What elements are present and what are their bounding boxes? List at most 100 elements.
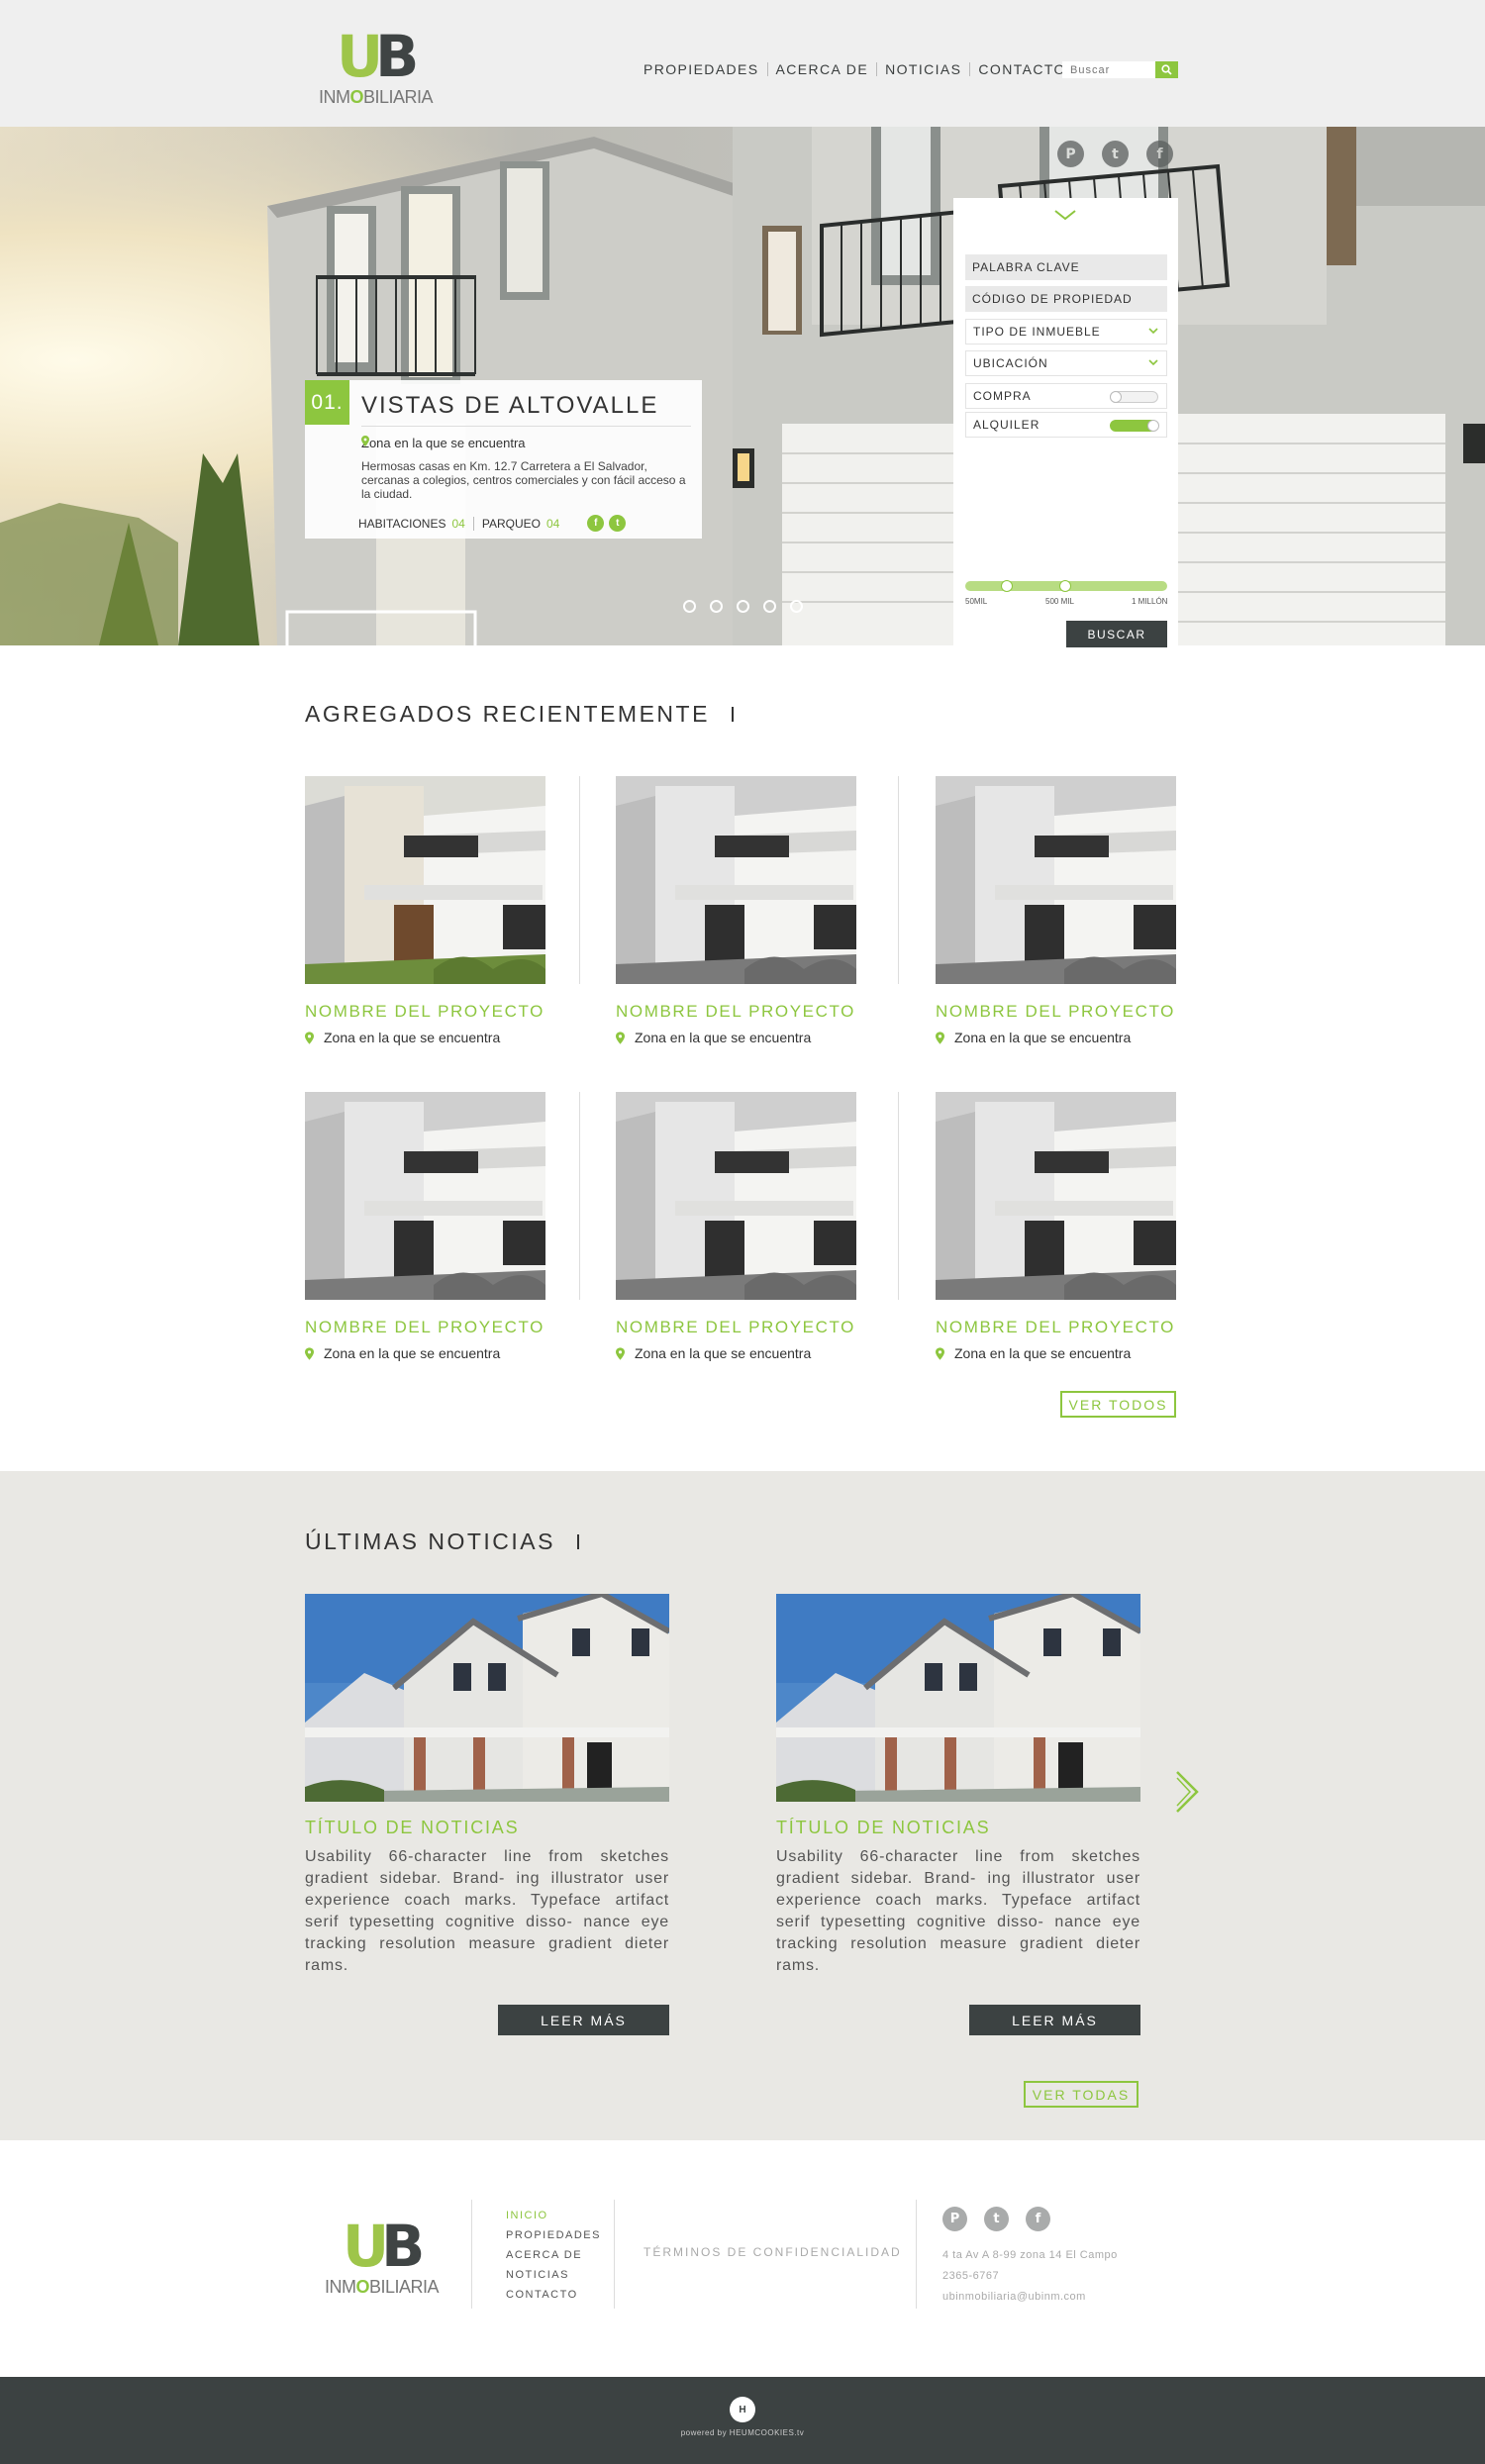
property-card[interactable]: NOMBRE DEL PROYECTO Zona en la que se enc…: [936, 1092, 1176, 1369]
price-range-slider[interactable]: [965, 580, 1167, 592]
powered-by[interactable]: powered by HEUMCOOKIES.tv: [0, 2428, 1485, 2437]
property-name[interactable]: NOMBRE DEL PROYECTO: [936, 1002, 1175, 1022]
property-photo: [616, 1092, 856, 1300]
property-name[interactable]: NOMBRE DEL PROYECTO: [616, 1318, 855, 1337]
location-pin-icon: [361, 436, 369, 446]
footer-link-contacto[interactable]: CONTACTO: [506, 2285, 601, 2305]
rent-toggle[interactable]: [1110, 420, 1159, 432]
nav-contacto[interactable]: CONTACTO: [969, 62, 1073, 76]
site-footer: UB INMOBILIARIA INICIO PROPIEDADES ACERC…: [0, 2140, 1485, 2377]
hero-socials: P t f: [1057, 141, 1173, 167]
chevron-down-icon[interactable]: [1052, 206, 1078, 224]
price-min-handle[interactable]: [1001, 580, 1013, 592]
news-body: Usability 66-character line from sketche…: [776, 1848, 1140, 1974]
bottom-bar: H powered by HEUMCOOKIES.tv: [0, 2377, 1485, 2464]
divider: [472, 516, 474, 531]
search-input[interactable]: [1062, 61, 1155, 78]
slider-dot[interactable]: [763, 600, 776, 613]
news-image[interactable]: [776, 1594, 1140, 1802]
divider: [614, 2200, 615, 2309]
property-code-input[interactable]: CÓDIGO DE PROPIEDAD: [965, 286, 1167, 312]
toggle-knob: [1110, 391, 1122, 403]
featured-description: Hermosas casas en Km. 12.7 Carretera a E…: [361, 459, 686, 501]
location-select[interactable]: UBICACIÓN: [965, 350, 1167, 376]
keyword-input[interactable]: PALABRA CLAVE: [965, 254, 1167, 280]
property-image[interactable]: [305, 1092, 545, 1300]
facebook-icon[interactable]: f: [1146, 141, 1173, 167]
divider: [898, 1092, 899, 1300]
logo[interactable]: UB INMOBILIARIA: [319, 26, 434, 109]
featured-title: VISTAS DE ALTOVALLE: [361, 392, 659, 419]
featured-property-card[interactable]: 01. VISTAS DE ALTOVALLE Zona en la que s…: [305, 380, 702, 539]
rent-toggle-row: ALQUILER: [965, 412, 1167, 438]
footer-link-propiedades[interactable]: PROPIEDADES: [506, 2225, 601, 2245]
property-card[interactable]: NOMBRE DEL PROYECTO Zona en la que se enc…: [305, 776, 545, 1053]
slider-dot[interactable]: [737, 600, 749, 613]
email-link[interactable]: ubinmobiliaria@ubinm.com: [942, 2287, 1118, 2308]
buy-toggle[interactable]: [1110, 391, 1158, 403]
pinterest-icon[interactable]: P: [1057, 141, 1084, 167]
site-header: UB INMOBILIARIA PROPIEDADES ACERCA DE NO…: [0, 0, 1485, 127]
footer-link-noticias[interactable]: NOTICIAS: [506, 2265, 601, 2285]
slider-dot[interactable]: [710, 600, 723, 613]
property-image[interactable]: [305, 776, 545, 984]
property-type-select[interactable]: TIPO DE INMUEBLE: [965, 319, 1167, 345]
nav-acerca-de[interactable]: ACERCA DE: [766, 62, 877, 76]
property-image[interactable]: [936, 1092, 1176, 1300]
property-name[interactable]: NOMBRE DEL PROYECTO: [936, 1318, 1175, 1337]
twitter-icon[interactable]: t: [609, 515, 627, 532]
property-card[interactable]: NOMBRE DEL PROYECTO Zona en la que se enc…: [305, 1092, 545, 1369]
nav-propiedades[interactable]: PROPIEDADES: [644, 62, 767, 76]
facebook-icon[interactable]: f: [587, 515, 605, 532]
address: 4 ta Av A 8-99 zona 14 El Campo: [942, 2249, 1118, 2261]
news-image[interactable]: [305, 1594, 669, 1802]
property-card[interactable]: NOMBRE DEL PROYECTO Zona en la que se enc…: [616, 1092, 856, 1369]
property-zone: Zona en la que se encuentra: [305, 1345, 500, 1361]
property-photo: [305, 1092, 545, 1300]
property-name[interactable]: NOMBRE DEL PROYECTO: [616, 1002, 855, 1022]
property-card[interactable]: NOMBRE DEL PROYECTO Zona en la que se enc…: [936, 776, 1176, 1053]
property-name[interactable]: NOMBRE DEL PROYECTO: [305, 1318, 544, 1337]
terms-link[interactable]: TÉRMINOS DE CONFIDENCIALIDAD: [644, 2245, 902, 2259]
slider-dot[interactable]: [683, 600, 696, 613]
toggle-knob: [1147, 420, 1159, 432]
news-title[interactable]: TÍTULO DE NOTICIAS: [305, 1818, 519, 1838]
property-image[interactable]: [616, 776, 856, 984]
view-all-properties-button[interactable]: VER TODOS: [1060, 1391, 1176, 1418]
property-name[interactable]: NOMBRE DEL PROYECTO: [305, 1002, 544, 1022]
news-title[interactable]: TÍTULO DE NOTICIAS: [776, 1818, 990, 1838]
developer-logo-icon[interactable]: H: [730, 2397, 755, 2422]
nav-noticias[interactable]: NOTICIAS: [876, 62, 969, 76]
header-search: [1062, 61, 1178, 78]
property-card[interactable]: NOMBRE DEL PROYECTO Zona en la que se enc…: [616, 776, 856, 1053]
facebook-icon[interactable]: f: [1026, 2207, 1050, 2231]
view-all-news-button[interactable]: VER TODAS: [1024, 2081, 1138, 2108]
chevron-down-icon: [1148, 359, 1158, 366]
search-button[interactable]: [1155, 61, 1178, 78]
twitter-icon[interactable]: t: [984, 2207, 1009, 2231]
property-image[interactable]: [936, 776, 1176, 984]
price-mid-label: 500 MIL: [1045, 597, 1074, 606]
search-submit-button[interactable]: BUSCAR: [1066, 621, 1167, 647]
property-image[interactable]: [616, 1092, 856, 1300]
footer-nav: INICIO PROPIEDADES ACERCA DE NOTICIAS CO…: [506, 2206, 601, 2305]
slider-dot[interactable]: [790, 600, 803, 613]
property-photo: [936, 776, 1176, 984]
location-pin-icon: [936, 1031, 944, 1044]
read-more-button[interactable]: LEER MÁS: [969, 2005, 1140, 2035]
search-icon: [1161, 64, 1172, 75]
news-section: ÚLTIMAS NOTICIAS TÍTULO DE NOTICIAS Usabi…: [0, 1471, 1485, 2140]
chevron-right-icon[interactable]: [1173, 1768, 1201, 1816]
footer-link-acerca-de[interactable]: ACERCA DE: [506, 2245, 601, 2265]
price-max-handle[interactable]: [1059, 580, 1071, 592]
read-more-button[interactable]: LEER MÁS: [498, 2005, 669, 2035]
location-pin-icon: [616, 1031, 625, 1044]
chevron-down-icon: [1148, 328, 1158, 335]
property-photo: [305, 776, 545, 984]
title-bar: [577, 1534, 579, 1549]
pinterest-icon[interactable]: P: [942, 2207, 967, 2231]
footer-logo[interactable]: UB INMOBILIARIA: [325, 2216, 440, 2299]
footer-link-inicio[interactable]: INICIO: [506, 2206, 601, 2225]
divider: [579, 776, 580, 984]
twitter-icon[interactable]: t: [1102, 141, 1129, 167]
